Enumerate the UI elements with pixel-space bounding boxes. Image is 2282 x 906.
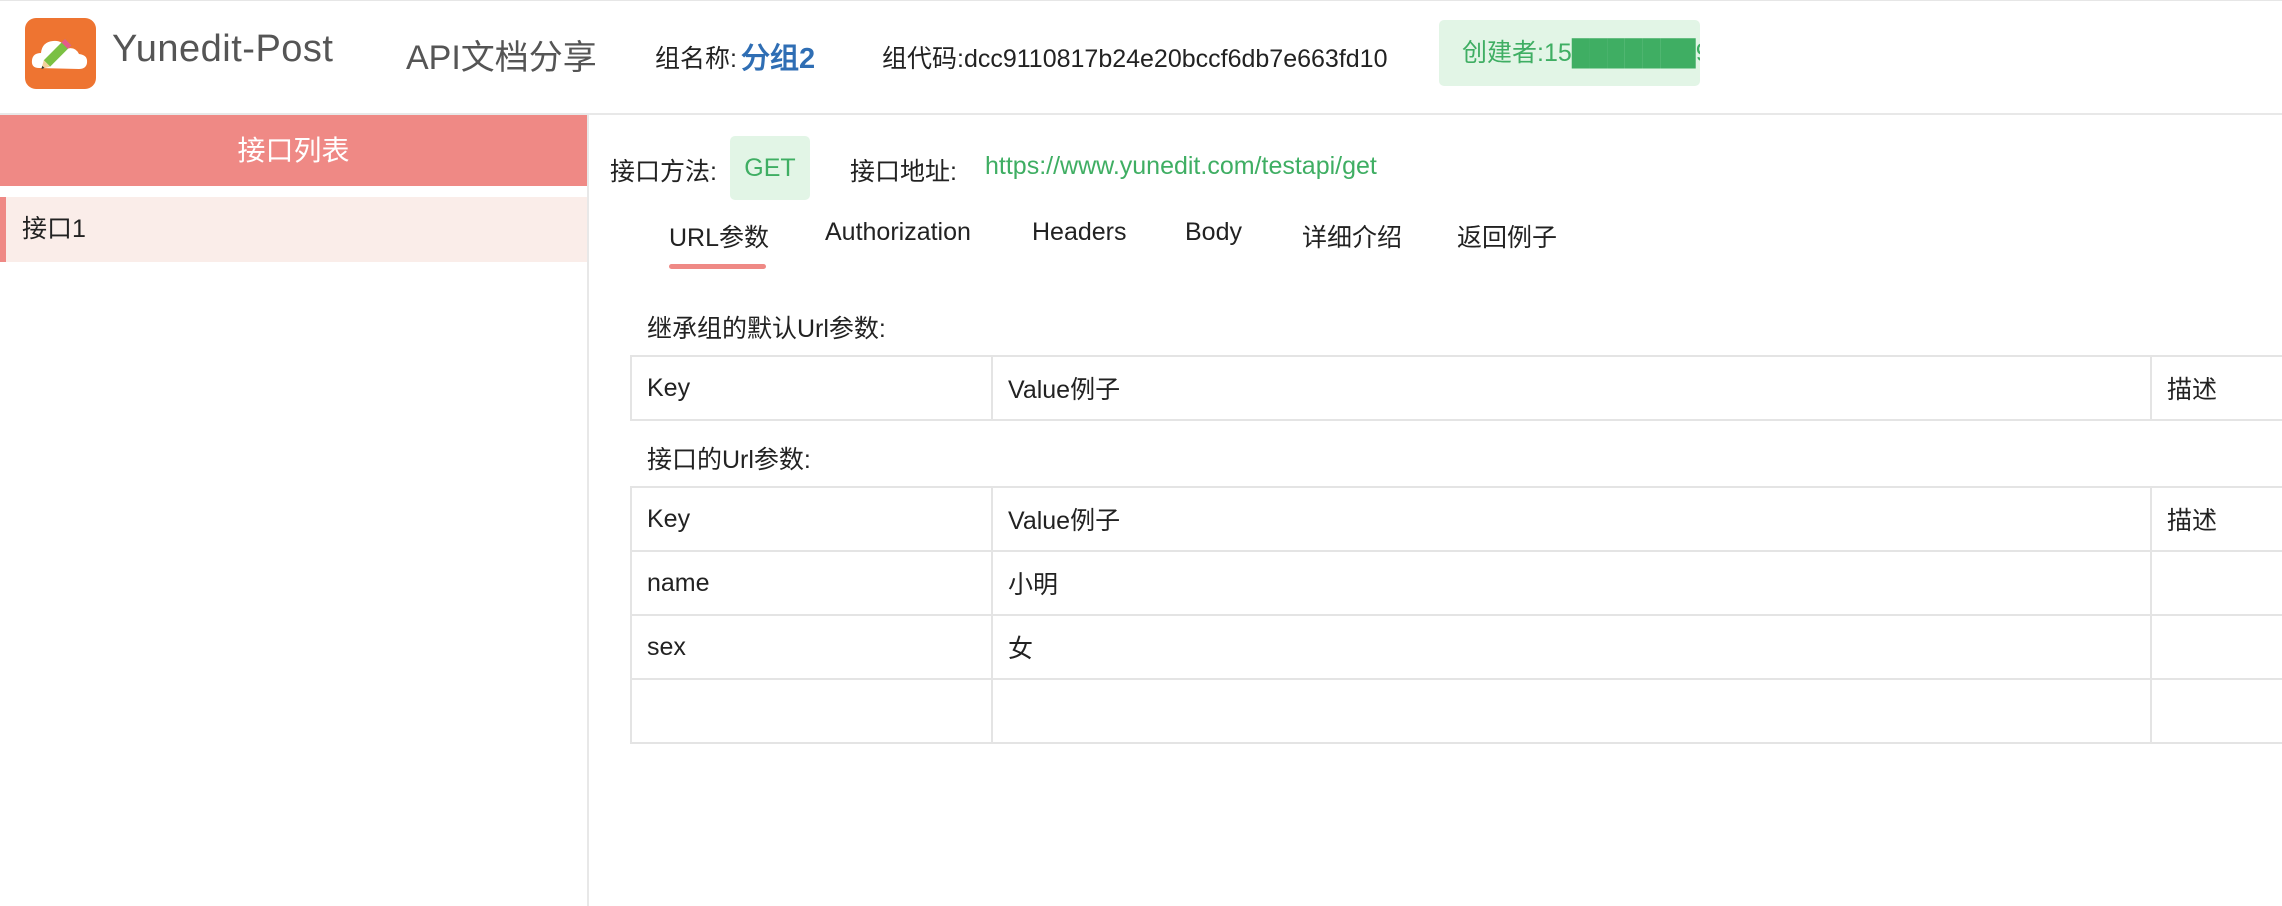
tab-url-params[interactable]: URL参数 [669,218,769,254]
param-value: 女 [991,614,2152,680]
tab-headers[interactable]: Headers [1032,218,1127,247]
param-desc [2150,614,2282,680]
param-value [991,678,2152,744]
column-header-key: Key [630,486,993,552]
column-header-desc: 描述 [2150,486,2282,552]
group-code: 组代码:dcc9110817b24e20bccf6db7e663fd10 [882,45,1388,73]
column-header-key: Key [630,355,993,421]
table-row [630,678,2282,744]
param-key: sex [630,614,993,680]
page-title: API文档分享 [406,39,597,77]
sidebar-title: 接口列表 [0,115,587,186]
group-name-label: 组名称: [655,45,737,73]
app-name: Yunedit-Post [112,28,334,70]
column-header-value: Value例子 [991,355,2152,421]
api-params-table: Key Value例子 描述 name 小明 sex 女 [630,486,2282,744]
param-desc [2150,678,2282,744]
tab-response-example[interactable]: 返回例子 [1457,218,1557,254]
method-badge: GET [730,136,810,200]
creator-badge: 创建者:15███████92 [1439,20,1700,86]
api-params-label: 接口的Url参数: [647,446,811,474]
param-key: name [630,550,993,616]
active-tab-indicator [669,264,766,269]
param-key [630,678,993,744]
column-header-value: Value例子 [991,486,2152,552]
group-name-value: 分组2 [741,43,816,75]
table-row: sex 女 [630,614,2282,680]
sidebar-item-api1[interactable]: 接口1 [0,197,587,262]
table-header-row: Key Value例子 描述 [630,355,2282,421]
tab-authorization[interactable]: Authorization [825,218,971,247]
table-row: name 小明 [630,550,2282,616]
table-header-row: Key Value例子 描述 [630,486,2282,552]
param-desc [2150,550,2282,616]
url-label: 接口地址: [850,158,957,186]
tab-details[interactable]: 详细介绍 [1302,218,1402,254]
param-value: 小明 [991,550,2152,616]
top-header: Yunedit-Post API文档分享 组名称: 分组2 组代码:dcc911… [0,0,2282,115]
method-label: 接口方法: [610,158,717,186]
cloud-pencil-icon [25,18,96,89]
inherited-params-table: Key Value例子 描述 [630,355,2282,421]
column-header-desc: 描述 [2150,355,2282,421]
api-url: https://www.yunedit.com/testapi/get [985,152,1377,180]
inherited-params-label: 继承组的默认Url参数: [647,315,886,343]
sidebar: 接口列表 接口1 [0,115,589,906]
tab-body[interactable]: Body [1185,218,1242,247]
